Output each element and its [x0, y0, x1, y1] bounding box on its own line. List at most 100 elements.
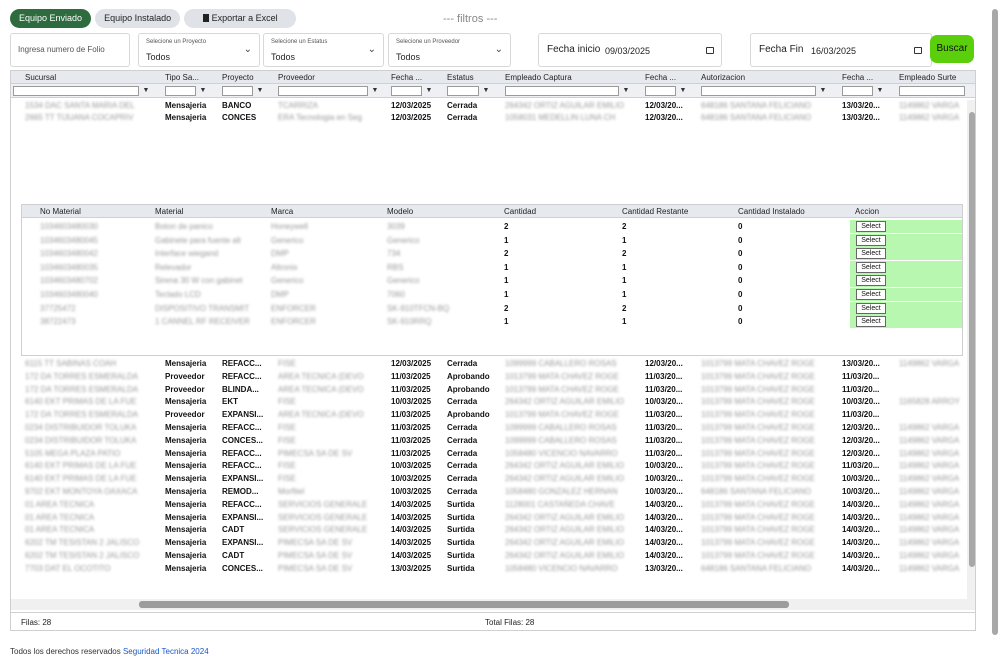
- filter-icon[interactable]: ▼: [424, 86, 434, 96]
- col-proyecto[interactable]: Proyecto: [222, 73, 254, 82]
- select-button[interactable]: Select: [856, 248, 886, 260]
- subgrid-row[interactable]: 1034603480045 Gabinete para fuente alt Gen…: [22, 233, 962, 247]
- filter-input[interactable]: [165, 86, 196, 96]
- table-row[interactable]: 6140 EKT PRIMAS DE LA FUE Mensajeria EXPAN…: [11, 473, 966, 485]
- table-row[interactable]: 1534 DAC SANTA MARIA DEL Mensajeria BANCO T…: [11, 100, 966, 112]
- proveedor-select[interactable]: Selecione un Proveedor Todos ⌄: [388, 33, 511, 67]
- table-row[interactable]: 6202 TM TESISTAN 2 JALISCO Mensajeria EXPA…: [11, 537, 966, 549]
- subcol-material[interactable]: Material: [155, 207, 183, 216]
- filter-icon[interactable]: ▼: [141, 86, 151, 96]
- filter-icon[interactable]: ▼: [198, 86, 208, 96]
- cell-tipo: Mensajeria: [165, 461, 207, 471]
- subgrid-row[interactable]: 1034603480042 Interface wiegand DMP 734 2 2 0 S…: [22, 247, 962, 261]
- copyright-link[interactable]: Seguridad Tecnica 2024: [123, 647, 209, 656]
- table-row[interactable]: 7703 DAT EL OCOTITO Mensajeria CONCES... PI…: [11, 563, 966, 575]
- select-button[interactable]: Select: [856, 234, 886, 246]
- filter-icon[interactable]: ▼: [875, 86, 885, 96]
- subgrid-row[interactable]: 38722473 1 CANNEL RF RECEIVER ENFORCER SK-9…: [22, 315, 962, 329]
- subgrid-row[interactable]: 1034603480035 Relevador Altronix RBS 1 1 0 Sele…: [22, 260, 962, 274]
- col-sucursal[interactable]: Sucursal: [25, 73, 56, 82]
- folio-input[interactable]: Ingresa numero de Folio: [10, 33, 130, 67]
- subcol-marca[interactable]: Marca: [271, 207, 293, 216]
- table-row[interactable]: 6140 EKT PRIMAS DE LA FUE Mensajeria EKT FI…: [11, 396, 966, 408]
- col-proveedor[interactable]: Proveedor: [278, 73, 315, 82]
- fecha-fin-field[interactable]: Fecha Fin 16/03/2025: [750, 33, 932, 67]
- filter-input[interactable]: [505, 86, 619, 96]
- filter-icon[interactable]: ▼: [818, 86, 828, 96]
- page-scrollbar[interactable]: [991, 9, 999, 635]
- select-button[interactable]: Select: [856, 302, 886, 314]
- col-fecha-2[interactable]: Fecha ...: [645, 73, 676, 82]
- table-row[interactable]: 9702 EKT MONTOYA OAXACA Mensajeria REMOD..…: [11, 486, 966, 498]
- filter-icon[interactable]: ▼: [481, 86, 491, 96]
- table-row[interactable]: 01 AREA TECNICA Mensajeria EXPANSI... SERVI…: [11, 512, 966, 524]
- table-row[interactable]: 6140 EKT PRIMAS DE LA FUE Mensajeria REFAC…: [11, 460, 966, 472]
- subcol-cantidad[interactable]: Cantidad: [504, 207, 536, 216]
- table-row[interactable]: 01 AREA TECNICA Mensajeria CADT SERVICIOS G…: [11, 524, 966, 536]
- filter-input[interactable]: [391, 86, 422, 96]
- table-row[interactable]: 172 DA TORRES ESMERALDA Proveedor EXPANSI.…: [11, 409, 966, 421]
- table-row[interactable]: 5105 MEGA PLAZA PATIO Mensajeria REFACC...…: [11, 448, 966, 460]
- table-row[interactable]: 2665 TT TIJUANA COCAPRIV Mensajeria CONCES…: [11, 112, 966, 124]
- cell-surte: 1149862 VARGA: [899, 101, 960, 110]
- tab-equipo-enviado[interactable]: Equipo Enviado: [10, 9, 92, 28]
- filter-icon[interactable]: ▼: [255, 86, 265, 96]
- scroll-thumb[interactable]: [139, 601, 789, 608]
- table-row[interactable]: 172 DA TORRES ESMERALDA Proveedor BLINDA..…: [11, 384, 966, 396]
- select-button[interactable]: Select: [856, 275, 886, 287]
- subgrid-row[interactable]: 1034603480040 Teclado LCD DMP 7060 1 1 0 Select: [22, 288, 962, 301]
- tab-equipo-instalado[interactable]: Equipo Instalado: [95, 9, 181, 28]
- filter-input[interactable]: [899, 86, 965, 96]
- cell-proy: EXPANSI...: [222, 512, 264, 522]
- subgrid-row[interactable]: 37725472 DISPOSITIVO TRANSMIT ENFORCER SK-9…: [22, 301, 962, 315]
- col-tipo[interactable]: Tipo Sa...: [165, 73, 199, 82]
- subcol-cantidad-instalado[interactable]: Cantidad Instalado: [738, 207, 805, 216]
- table-row[interactable]: 6202 TM TESISTAN 2 JALISCO Mensajeria CADT…: [11, 550, 966, 562]
- select-button[interactable]: Select: [856, 261, 886, 273]
- col-fecha-3[interactable]: Fecha ...: [842, 73, 873, 82]
- filter-input[interactable]: [645, 86, 676, 96]
- calendar-icon[interactable]: [914, 47, 922, 54]
- grid-vertical-scrollbar[interactable]: [967, 100, 975, 600]
- col-autorizacion[interactable]: Autorizacion: [701, 73, 745, 82]
- fecha-inicio-field[interactable]: Fecha inicio 09/03/2025: [538, 33, 722, 67]
- col-fecha[interactable]: Fecha ...: [391, 73, 422, 82]
- filter-icon[interactable]: ▼: [678, 86, 688, 96]
- table-row[interactable]: 0234 DISTRIBUIDOR TOLUKA Mensajeria REFACC…: [11, 422, 966, 434]
- calendar-icon[interactable]: [706, 47, 714, 54]
- buscar-button[interactable]: Buscar: [930, 35, 974, 63]
- cell-emp: 1013799 MATA CHAVEZ ROGE: [505, 371, 619, 381]
- subcol-no-material[interactable]: No Material: [40, 207, 81, 216]
- subgrid-row[interactable]: 1034603480702 Sirena 30 W con gabinet Gene…: [22, 274, 962, 288]
- cell-f3: 14/03/20...: [842, 499, 880, 509]
- col-estatus[interactable]: Estatus: [447, 73, 474, 82]
- table-row[interactable]: 6115 TT SABINAS COAH Mensajeria REFACC... F…: [11, 358, 966, 370]
- select-button[interactable]: Select: [856, 289, 886, 300]
- filter-input[interactable]: [13, 86, 139, 96]
- filter-input[interactable]: [842, 86, 873, 96]
- table-row[interactable]: 172 DA TORRES ESMERALDA Proveedor REFACC..…: [11, 371, 966, 383]
- subgrid-row[interactable]: 1034603480030 Boton de panico Honeywell 303…: [22, 220, 962, 233]
- scroll-thumb[interactable]: [969, 112, 975, 567]
- col-empleado-surte[interactable]: Empleado Surte: [899, 73, 956, 82]
- filter-input[interactable]: [222, 86, 253, 96]
- export-excel-button[interactable]: Exportar a Excel: [184, 9, 297, 28]
- filter-input[interactable]: [701, 86, 816, 96]
- select-button[interactable]: Select: [856, 221, 886, 232]
- subcol-cantidad-restante[interactable]: Cantidad Restante: [622, 207, 688, 216]
- table-row[interactable]: 0234 DISTRIBUIDOR TOLUKA Mensajeria CONCES…: [11, 435, 966, 447]
- filter-input[interactable]: [278, 86, 368, 96]
- cell-modelo: RBS: [387, 262, 404, 272]
- col-empleado-captura[interactable]: Empleado Captura: [505, 73, 572, 82]
- subcol-accion[interactable]: Accion: [855, 207, 879, 216]
- filter-input[interactable]: [447, 86, 479, 96]
- proyecto-select[interactable]: Selecione un Proyecto Todos ⌄: [138, 33, 260, 67]
- select-button[interactable]: Select: [856, 316, 886, 328]
- estatus-select[interactable]: Selecione un Estatus Todos ⌄: [263, 33, 384, 67]
- filter-icon[interactable]: ▼: [621, 86, 631, 96]
- table-row[interactable]: 01 AREA TECNICA Mensajeria REFACC... SERVIC…: [11, 499, 966, 511]
- subcol-modelo[interactable]: Modelo: [387, 207, 413, 216]
- filter-icon[interactable]: ▼: [370, 86, 380, 96]
- scroll-thumb[interactable]: [992, 9, 998, 635]
- grid-horizontal-scrollbar[interactable]: [11, 599, 975, 610]
